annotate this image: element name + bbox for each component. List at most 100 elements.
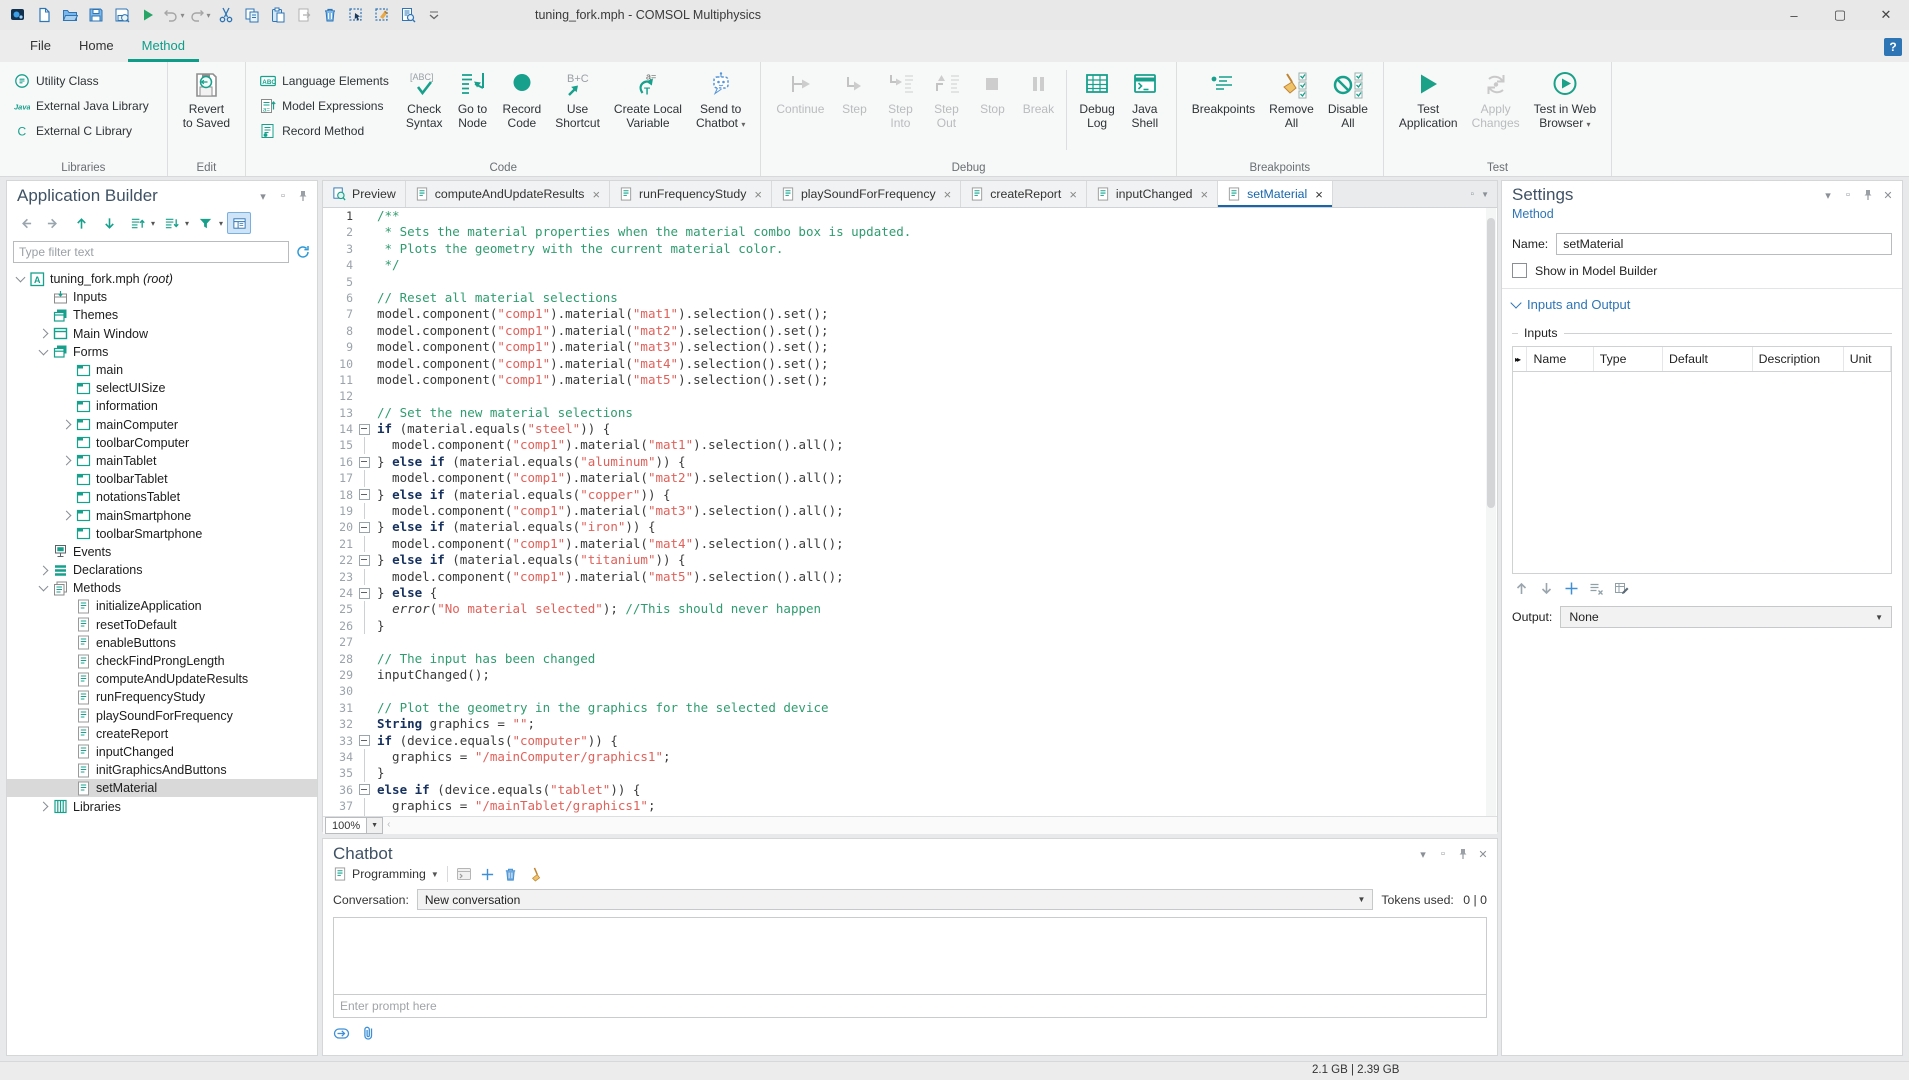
close-tab-icon[interactable]: × <box>1069 187 1077 202</box>
redo-button[interactable]: ▾ <box>188 3 212 27</box>
refresh-icon[interactable] <box>295 244 311 260</box>
tree-item-toolbartablet[interactable]: toolbarTablet <box>7 470 317 488</box>
chatbot-mode-dropdown[interactable]: Programming ▼ <box>333 867 439 881</box>
c-library-button[interactable]: CExternal C Library <box>8 119 155 143</box>
editor-tab-createreport[interactable]: createReport× <box>961 181 1087 207</box>
edit-table-icon[interactable] <box>1614 581 1629 596</box>
fold-toggle-icon[interactable] <box>357 519 371 535</box>
float-icon[interactable]: ▫ <box>1842 189 1854 201</box>
record-method-button[interactable]: Record Method <box>254 119 395 143</box>
tree-item-events[interactable]: Events <box>7 543 317 561</box>
scrollbar-thumb[interactable] <box>1487 218 1495 508</box>
pin-icon[interactable] <box>297 190 309 202</box>
close-icon[interactable]: ✕ <box>1882 189 1894 201</box>
utility-class-button[interactable]: Utility Class <box>8 69 155 93</box>
tree-item-themes[interactable]: Themes <box>7 306 317 324</box>
copy-button[interactable] <box>240 3 264 27</box>
editor-tab-runfrequencystudy[interactable]: runFrequencyStudy× <box>610 181 772 207</box>
tree-item-resettodefault[interactable]: resetToDefault <box>7 616 317 634</box>
tree-expander-icon[interactable] <box>62 456 72 466</box>
use-shortcut-button[interactable]: B+CUseShortcut <box>548 66 607 130</box>
debug-log-button[interactable]: DebugLog <box>1072 66 1121 130</box>
close-tab-icon[interactable]: × <box>1201 187 1209 202</box>
editor-tab-computeandupdateresults[interactable]: computeAndUpdateResults× <box>406 181 610 207</box>
pin-icon[interactable] <box>1862 189 1874 201</box>
tree-item-main-window[interactable]: Main Window <box>7 325 317 343</box>
tree-item-computeandupdateresults[interactable]: computeAndUpdateResults <box>7 670 317 688</box>
tree-item-toolbarcomputer[interactable]: toolbarComputer <box>7 434 317 452</box>
select-region-button[interactable] <box>344 3 368 27</box>
help-button[interactable]: ? <box>1884 38 1902 56</box>
tree-item-inputs[interactable]: Inputs <box>7 288 317 306</box>
go-to-node-button[interactable]: Go toNode <box>450 66 496 130</box>
show-in-model-builder-checkbox[interactable] <box>1512 263 1527 278</box>
attach-file-icon[interactable] <box>360 1025 377 1042</box>
tree-item-enablebuttons[interactable]: enableButtons <box>7 634 317 652</box>
close-button[interactable]: ✕ <box>1863 0 1909 30</box>
fold-toggle-icon[interactable] <box>357 487 371 503</box>
list-down-button[interactable] <box>159 212 183 234</box>
horizontal-scrollbar[interactable]: ‹ <box>383 817 1497 834</box>
inputs-table[interactable]: ▸▸NameTypeDefaultDescriptionUnit <box>1512 346 1892 574</box>
tree-item-information[interactable]: information <box>7 397 317 415</box>
menu-tab-method[interactable]: Method <box>128 30 199 62</box>
up-button[interactable] <box>69 212 93 234</box>
send-prompt-icon[interactable] <box>333 1025 350 1042</box>
back-button[interactable] <box>13 212 37 234</box>
scroll-left-icon[interactable]: ‹ <box>387 819 390 830</box>
model-expressions-button[interactable]: a=Model Expressions <box>254 94 395 118</box>
tree-expander-icon[interactable] <box>62 420 72 430</box>
java-shell-button[interactable]: JavaShell <box>1122 66 1168 130</box>
editor-zoom-select[interactable]: 100% ▼ <box>325 817 383 834</box>
save-button[interactable] <box>84 3 108 27</box>
tree-item-maintablet[interactable]: mainTablet <box>7 452 317 470</box>
create-local-variable-button[interactable]: a=TCreate LocalVariable <box>607 66 689 130</box>
tree-expander-icon[interactable] <box>62 511 72 521</box>
tree-item-declarations[interactable]: Declarations <box>7 561 317 579</box>
tree-expander-icon[interactable] <box>39 329 49 339</box>
fold-toggle-icon[interactable] <box>357 454 371 470</box>
find-button[interactable] <box>396 3 420 27</box>
chevron-down-icon[interactable]: ▼ <box>366 818 382 833</box>
tree-item-selectuisize[interactable]: selectUISize <box>7 379 317 397</box>
move-down-icon[interactable] <box>1539 581 1554 596</box>
tree-item-setmaterial[interactable]: setMaterial <box>7 779 317 797</box>
comsol-logo-button[interactable] <box>6 3 30 27</box>
maximize-button[interactable]: ▢ <box>1817 0 1863 30</box>
float-icon[interactable]: ▫ <box>1437 848 1449 860</box>
delete-button[interactable] <box>318 3 342 27</box>
down-button[interactable] <box>97 212 121 234</box>
tree-item-methods[interactable]: Methods <box>7 579 317 597</box>
output-select[interactable]: None ▼ <box>1560 606 1892 628</box>
fold-toggle-icon[interactable] <box>357 552 371 568</box>
tree-item-libraries[interactable]: Libraries <box>7 797 317 815</box>
code-area[interactable]: 1/**2 * Sets the material properties whe… <box>323 208 1497 816</box>
move-up-icon[interactable] <box>1514 581 1529 596</box>
tree-item-main[interactable]: main <box>7 361 317 379</box>
close-tab-icon[interactable]: × <box>1315 187 1323 202</box>
float-icon[interactable]: ▫ <box>1471 189 1475 200</box>
tree-expander-icon[interactable] <box>39 565 49 575</box>
editor-tab-playsoundforfrequency[interactable]: playSoundForFrequency× <box>772 181 961 207</box>
duplicate-button[interactable] <box>292 3 316 27</box>
tree-filter-input[interactable] <box>13 241 289 263</box>
tree-item-inputchanged[interactable]: inputChanged <box>7 743 317 761</box>
fold-toggle-icon[interactable] <box>357 782 371 798</box>
method-name-input[interactable]: setMaterial <box>1556 233 1892 255</box>
close-icon[interactable]: ✕ <box>1477 848 1489 860</box>
tree-item-initializeapplication[interactable]: initializeApplication <box>7 597 317 615</box>
delete-conversation-icon[interactable] <box>503 867 518 882</box>
record-code-button[interactable]: RecordCode <box>496 66 549 130</box>
chevron-down-icon[interactable]: ▾ <box>1417 848 1429 860</box>
java-library-button[interactable]: JavaExternal Java Library <box>8 94 155 118</box>
tree-item-initgraphicsandbuttons[interactable]: initGraphicsAndButtons <box>7 761 317 779</box>
tree-expander-icon[interactable] <box>39 802 49 812</box>
forward-button[interactable] <box>41 212 65 234</box>
menu-tab-file[interactable]: File <box>16 30 65 62</box>
tree-item-notationstablet[interactable]: notationsTablet <box>7 488 317 506</box>
tree-item-mainsmartphone[interactable]: mainSmartphone <box>7 506 317 524</box>
save-preview-button[interactable] <box>110 3 134 27</box>
cut-button[interactable] <box>214 3 238 27</box>
language-elements-button[interactable]: ABCLanguage Elements <box>254 69 395 93</box>
open-file-button[interactable] <box>58 3 82 27</box>
